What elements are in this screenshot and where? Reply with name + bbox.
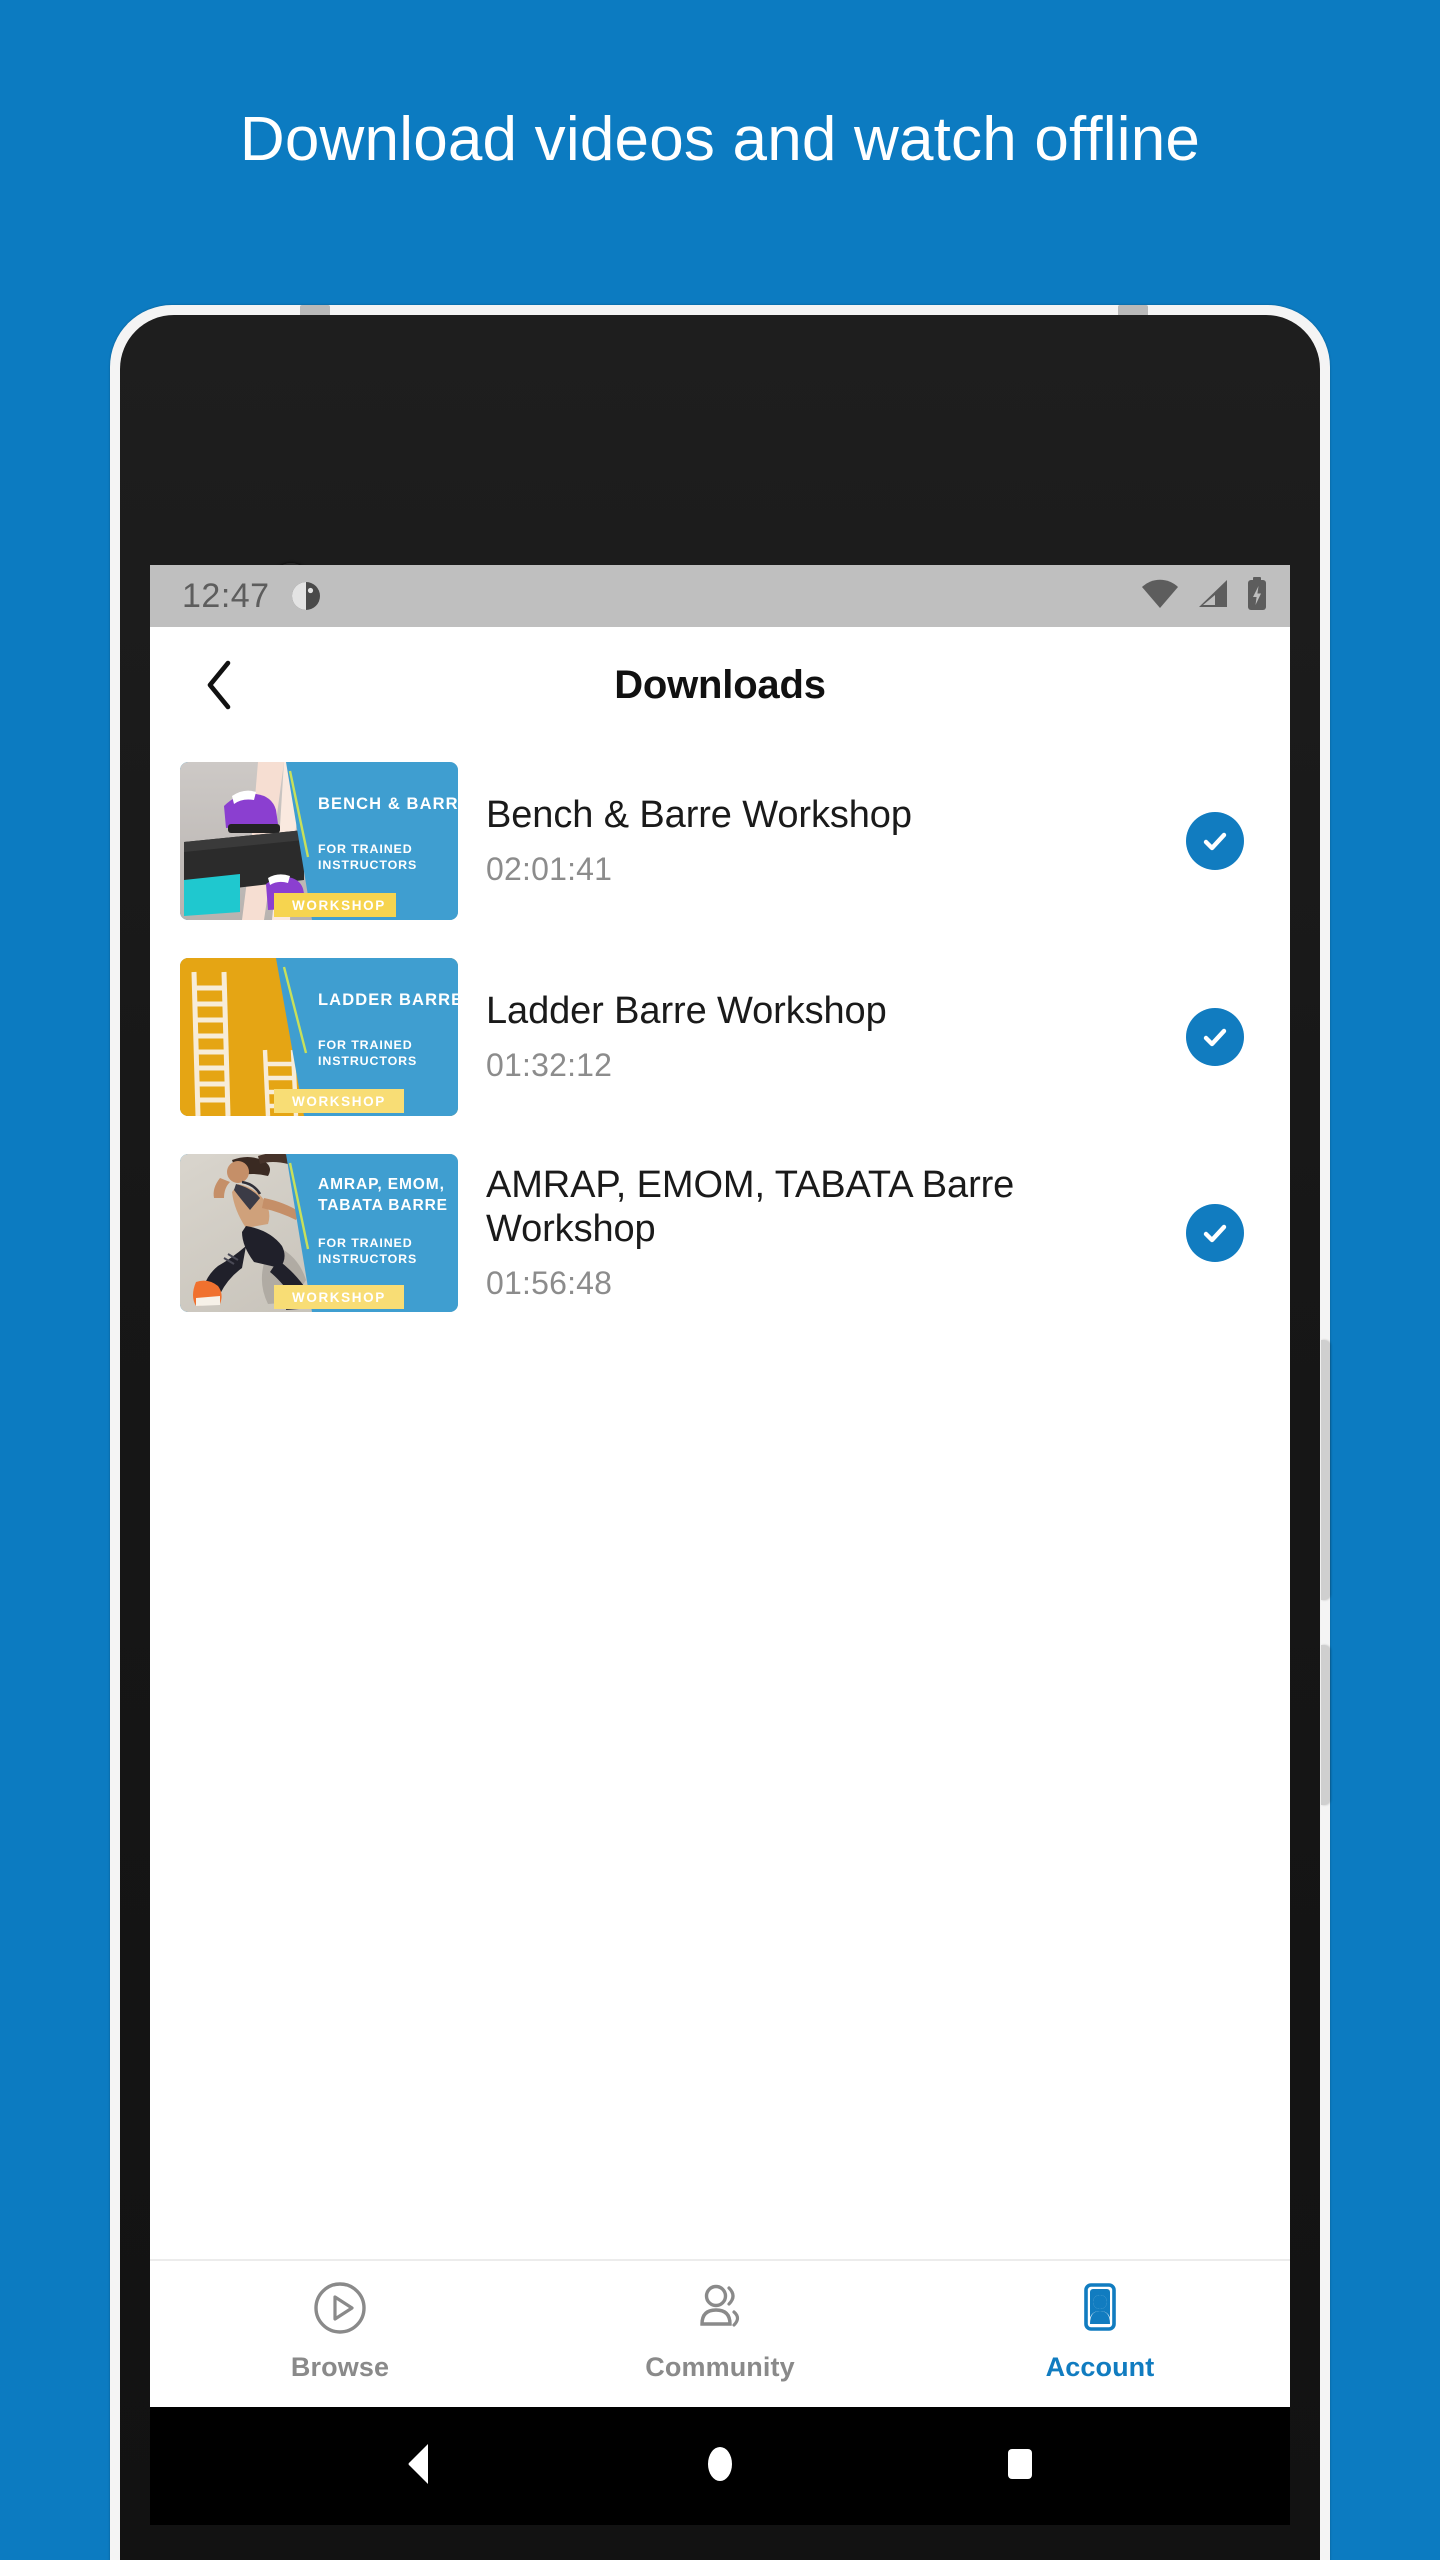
svg-text:FOR TRAINED: FOR TRAINED — [318, 842, 413, 856]
download-status-badge[interactable] — [1186, 1204, 1244, 1262]
account-card-icon — [1071, 2279, 1129, 2342]
status-bar: 12:47 — [150, 565, 1290, 627]
svg-text:TABATA BARRE: TABATA BARRE — [318, 1197, 448, 1214]
svg-text:WORKSHOP: WORKSHOP — [292, 1290, 386, 1305]
triangle-back-icon[interactable] — [398, 2440, 442, 2493]
item-duration: 01:56:48 — [486, 1264, 613, 1301]
download-status-badge[interactable] — [1186, 1008, 1244, 1066]
do-not-disturb-icon — [290, 580, 322, 612]
svg-text:INSTRUCTORS: INSTRUCTORS — [318, 858, 417, 872]
page-title: Downloads — [614, 662, 826, 707]
check-circle-icon — [1203, 1224, 1227, 1243]
svg-text:BENCH & BARRE: BENCH & BARRE — [318, 795, 458, 813]
app-bar: Downloads — [150, 627, 1290, 743]
wifi-icon — [1140, 578, 1180, 615]
list-item[interactable]: AMRAP, EMOM, TABATA BARRE FOR TRAINED IN… — [150, 1135, 1290, 1331]
phone-screen: 12:47 Downloads BENCH & BARRE FOR TRAINE… — [150, 565, 1290, 2525]
svg-text:FOR TRAINED: FOR TRAINED — [318, 1236, 413, 1250]
volume-rocker-button[interactable] — [1321, 1340, 1330, 1600]
item-duration: 02:01:41 — [486, 851, 613, 888]
people-icon — [691, 2279, 749, 2342]
item-duration: 01:32:12 — [486, 1047, 613, 1084]
svg-text:FOR TRAINED: FOR TRAINED — [318, 1038, 413, 1052]
tab-community[interactable]: Community — [530, 2279, 910, 2383]
promo-headline: Download videos and watch offline — [239, 105, 1201, 174]
power-button[interactable] — [1321, 1645, 1330, 1805]
item-text: Ladder Barre Workshop 01:32:12 — [458, 990, 1186, 1084]
item-text: AMRAP, EMOM, TABATA Barre Workshop 01:56… — [458, 1164, 1186, 1302]
svg-text:WORKSHOP: WORKSHOP — [292, 898, 386, 913]
item-title: Ladder Barre Workshop — [486, 989, 887, 1032]
svg-text:WORKSHOP: WORKSHOP — [292, 1094, 386, 1109]
play-circle-icon — [311, 2279, 369, 2342]
list-empty-space — [150, 1331, 1290, 2259]
tab-community-label: Community — [645, 2352, 795, 2382]
status-bar-icons — [1140, 576, 1268, 616]
svg-text:INSTRUCTORS: INSTRUCTORS — [318, 1252, 417, 1266]
tab-account[interactable]: Account — [910, 2279, 1290, 2383]
list-item[interactable]: LADDER BARRE FOR TRAINED INSTRUCTORS WOR… — [150, 939, 1290, 1135]
circle-home-icon[interactable] — [698, 2440, 742, 2493]
svg-text:LADDER BARRE: LADDER BARRE — [318, 991, 458, 1009]
battery-charging-icon — [1246, 576, 1268, 616]
back-button[interactable] — [188, 654, 250, 716]
tab-account-label: Account — [1045, 2352, 1155, 2382]
check-circle-icon — [1203, 832, 1227, 851]
thumbnail[interactable]: LADDER BARRE FOR TRAINED INSTRUCTORS WOR… — [180, 958, 458, 1116]
item-title: AMRAP, EMOM, TABATA Barre Workshop — [486, 1164, 1015, 1250]
download-status-badge[interactable] — [1186, 812, 1244, 870]
downloads-list: BENCH & BARRE FOR TRAINED INSTRUCTORS WO… — [150, 743, 1290, 1331]
chevron-left-icon — [207, 660, 231, 710]
item-text: Bench & Barre Workshop 02:01:41 — [458, 794, 1186, 888]
tab-browse-label: Browse — [290, 2352, 390, 2382]
cellular-signal-icon — [1196, 578, 1230, 615]
svg-text:AMRAP, EMOM,: AMRAP, EMOM, — [318, 1176, 445, 1193]
thumbnail[interactable]: BENCH & BARRE FOR TRAINED INSTRUCTORS WO… — [180, 762, 458, 920]
android-nav-bar — [150, 2407, 1290, 2525]
square-recents-icon[interactable] — [998, 2440, 1042, 2493]
status-bar-clock: 12:47 — [182, 576, 270, 615]
list-item[interactable]: BENCH & BARRE FOR TRAINED INSTRUCTORS WO… — [150, 743, 1290, 939]
thumbnail[interactable]: AMRAP, EMOM, TABATA BARRE FOR TRAINED IN… — [180, 1154, 458, 1312]
tab-browse[interactable]: Browse — [150, 2279, 530, 2383]
item-title: Bench & Barre Workshop — [486, 793, 912, 836]
svg-text:INSTRUCTORS: INSTRUCTORS — [318, 1054, 417, 1068]
bottom-tab-bar: Browse Community Account — [150, 2259, 1290, 2407]
check-circle-icon — [1203, 1028, 1227, 1047]
